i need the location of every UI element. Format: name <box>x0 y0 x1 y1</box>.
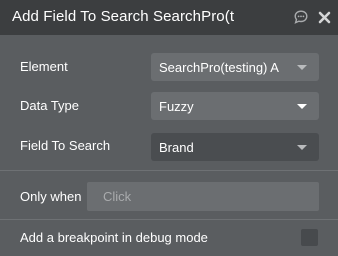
breakpoint-checkbox[interactable] <box>301 229 318 246</box>
section-divider <box>0 170 338 171</box>
only-when-placeholder: Click <box>103 189 132 204</box>
data-type-dropdown[interactable]: Fuzzy <box>151 92 319 120</box>
panel-header: Add Field To Search SearchPro(t <box>0 0 338 35</box>
breakpoint-label: Add a breakpoint in debug mode <box>20 230 208 245</box>
element-label: Element <box>20 59 68 74</box>
panel-title: Add Field To Search SearchPro(t <box>12 8 235 25</box>
close-icon[interactable] <box>318 11 331 24</box>
data-type-label: Data Type <box>20 98 80 113</box>
chevron-down-icon <box>297 65 307 70</box>
field-to-search-dropdown[interactable]: Brand <box>151 133 319 161</box>
data-type-dropdown-value: Fuzzy <box>159 99 194 114</box>
element-dropdown[interactable]: SearchPro(testing) A <box>151 53 319 81</box>
only-when-condition-field[interactable]: Click <box>87 182 319 211</box>
chevron-down-icon <box>297 145 307 150</box>
chevron-down-icon <box>297 104 307 109</box>
field-to-search-dropdown-value: Brand <box>159 140 194 155</box>
element-dropdown-value: SearchPro(testing) A <box>159 60 279 75</box>
only-when-label: Only when <box>20 189 82 204</box>
section-divider <box>0 219 338 220</box>
property-editor-panel: Add Field To Search SearchPro(t Element … <box>0 0 338 256</box>
chat-bubble-icon[interactable] <box>294 10 308 24</box>
field-to-search-label: Field To Search <box>20 138 111 153</box>
